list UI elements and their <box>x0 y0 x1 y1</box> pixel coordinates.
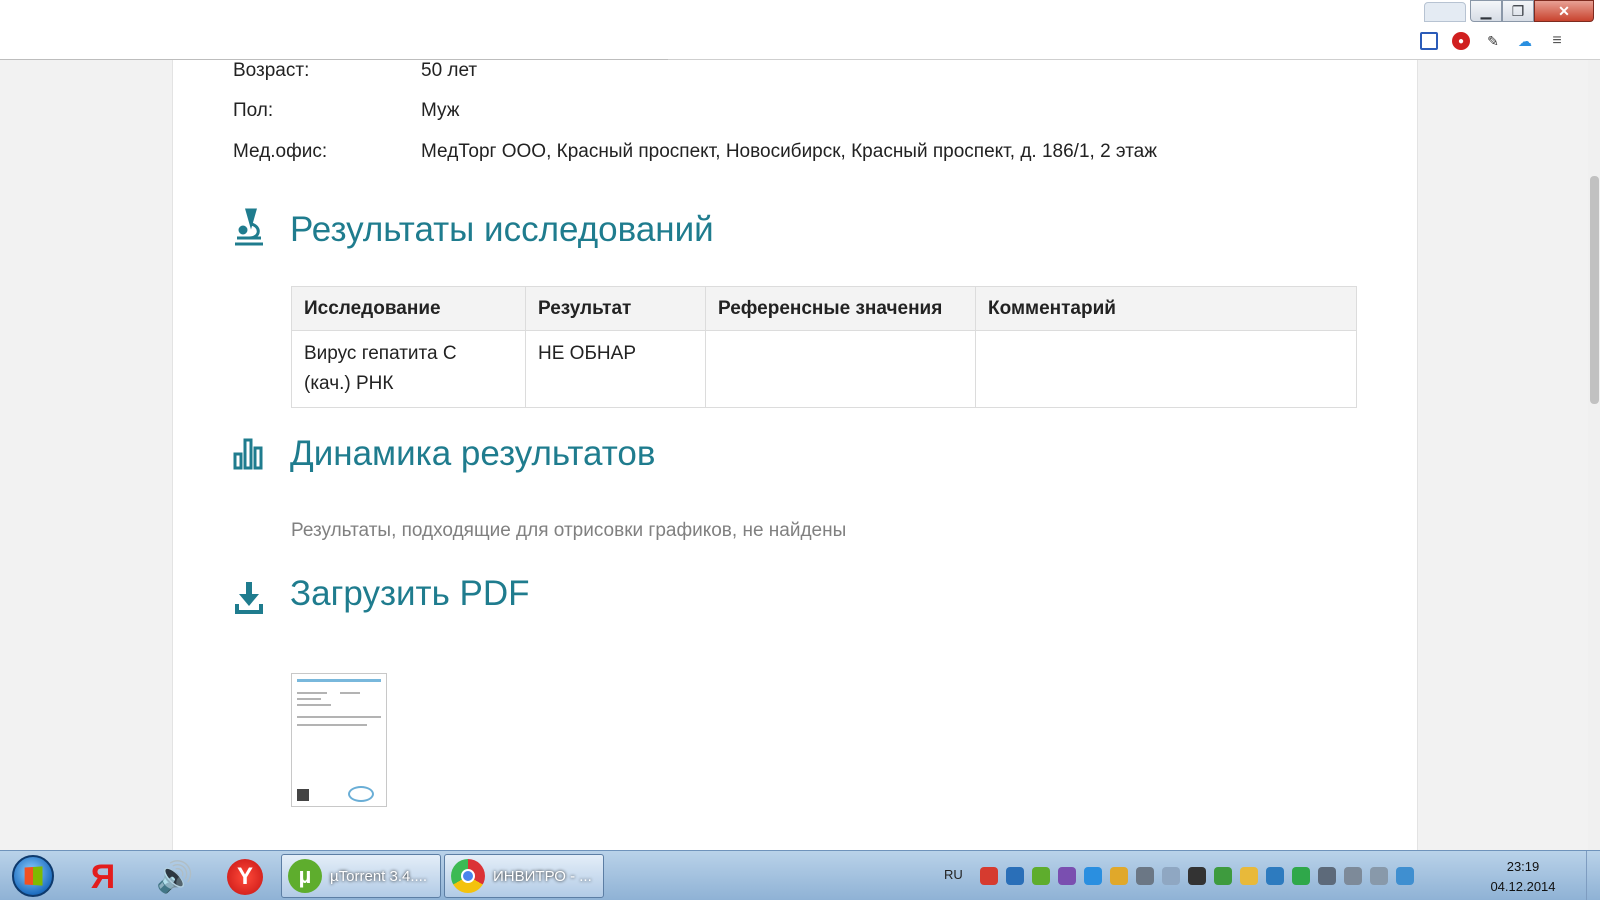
office-value: МедТорг ООО, Красный проспект, Новосибир… <box>421 141 1157 162</box>
pdf-logo-strip <box>297 679 381 682</box>
yandex-browser-icon: Y <box>227 859 263 895</box>
column-header: Исследование <box>291 286 526 331</box>
cloud-icon[interactable]: ☁ <box>1516 32 1534 50</box>
menu-icon[interactable]: ≡ <box>1548 32 1566 50</box>
evernote-icon[interactable]: ✎ <box>1484 32 1502 50</box>
chrome-task-button[interactable]: ИНВИТРО - ... <box>444 854 604 898</box>
utorrent-tray-icon[interactable] <box>1032 867 1050 885</box>
close-button[interactable]: ✕ <box>1534 0 1594 22</box>
tray-app-icon[interactable] <box>1058 867 1076 885</box>
apps-grid-icon[interactable] <box>1420 32 1438 50</box>
battery-icon[interactable] <box>1344 867 1362 885</box>
network-icon[interactable] <box>1370 867 1388 885</box>
flag-icon[interactable] <box>1318 867 1336 885</box>
tray-app-icon[interactable] <box>1292 867 1310 885</box>
yandex-browser-pin[interactable]: Y <box>218 857 272 897</box>
table-header-row: Исследование Результат Референсные значе… <box>291 286 1357 331</box>
column-header: Комментарий <box>975 286 1357 331</box>
taskbar: Я 🔊 Y µ µTorrent 3.4.... ИНВИТРО - ... R… <box>0 850 1600 900</box>
pdf-text-line <box>297 704 331 706</box>
column-header: Референсные значения <box>705 286 976 331</box>
test-name-cell: Вирус гепатита С (кач.) РНК <box>291 330 526 408</box>
chrome-icon <box>451 859 485 893</box>
pdf-title: Загрузить PDF <box>290 574 530 613</box>
age-label: Возраст: <box>233 60 310 81</box>
bell-icon[interactable] <box>1136 867 1154 885</box>
new-tab-button[interactable] <box>1424 2 1466 22</box>
age-value: 50 лет <box>421 60 478 81</box>
tray-app-icon[interactable] <box>980 867 998 885</box>
speaker-icon: 🔊 <box>156 860 194 894</box>
dynamics-empty-message: Результаты, подходящие для отрисовки гра… <box>291 520 847 541</box>
scrollbar-thumb[interactable] <box>1590 176 1599 404</box>
pdf-text-line <box>340 692 360 694</box>
microscope-icon <box>235 208 263 246</box>
pdf-qr-code <box>297 789 309 801</box>
utorrent-task-button[interactable]: µ µTorrent 3.4.... <box>281 854 441 898</box>
office-label: Мед.офис: <box>233 141 328 162</box>
sex-label: Пол: <box>233 100 274 121</box>
clock[interactable]: 23:19 04.12.2014 <box>1478 857 1568 897</box>
clock-time: 23:19 <box>1506 859 1540 874</box>
task-label: ИНВИТРО - ... <box>493 867 592 885</box>
chrome-tray-icon[interactable] <box>1110 867 1128 885</box>
pdf-text-line <box>297 724 367 726</box>
dynamics-title: Динамика результатов <box>290 434 656 473</box>
pdf-stamp <box>348 786 374 802</box>
download-icon <box>235 582 263 614</box>
clock-date: 04.12.2014 <box>1490 879 1556 894</box>
dropbox-icon[interactable] <box>1396 867 1414 885</box>
test-name-line: Вирус гепатита С <box>304 343 457 364</box>
utorrent-icon: µ <box>288 859 322 893</box>
results-title: Результаты исследований <box>290 210 714 249</box>
reference-cell <box>705 330 976 408</box>
table-row: Вирус гепатита С (кач.) РНК НЕ ОБНАР <box>291 330 1357 408</box>
result-cell: НЕ ОБНАР <box>525 330 706 408</box>
windows-logo-icon <box>24 866 43 886</box>
tray-app-icon[interactable] <box>1266 867 1284 885</box>
sound-pin[interactable]: 🔊 <box>148 857 202 897</box>
start-button[interactable] <box>12 855 54 897</box>
system-tray <box>980 867 1414 885</box>
bar-chart-icon <box>233 438 263 470</box>
yandex-icon: Я <box>90 857 116 896</box>
adblock-icon[interactable]: ● <box>1452 32 1470 50</box>
results-table: Исследование Результат Референсные значе… <box>291 286 1357 408</box>
page-content: Возраст: 50 лет Пол: Муж Мед.офис: МедТо… <box>172 60 1418 850</box>
minimize-button[interactable]: ▁ <box>1470 0 1502 22</box>
sex-value: Муж <box>421 100 460 121</box>
test-name-line: (кач.) РНК <box>304 373 394 394</box>
tray-app-icon[interactable] <box>1240 867 1258 885</box>
cloud-tray-icon[interactable] <box>1084 867 1102 885</box>
volume-icon[interactable] <box>1162 867 1180 885</box>
yandex-pin[interactable]: Я <box>76 857 130 897</box>
maximize-button[interactable]: ❐ <box>1502 0 1534 22</box>
column-header: Результат <box>525 286 706 331</box>
pdf-thumbnail[interactable] <box>291 673 387 807</box>
pdf-text-line <box>297 692 327 694</box>
extension-toolbar: ● ✎ ☁ ≡ <box>1420 32 1566 50</box>
address-area[interactable] <box>0 0 668 60</box>
show-desktop-button[interactable] <box>1586 851 1600 900</box>
tray-app-icon[interactable] <box>1006 867 1024 885</box>
pdf-text-line <box>297 716 381 718</box>
comment-cell <box>975 330 1357 408</box>
language-indicator[interactable]: RU <box>944 867 963 882</box>
task-label: µTorrent 3.4.... <box>330 867 428 885</box>
pdf-text-line <box>297 698 321 700</box>
tray-app-icon[interactable] <box>1188 867 1206 885</box>
tray-app-icon[interactable] <box>1214 867 1232 885</box>
